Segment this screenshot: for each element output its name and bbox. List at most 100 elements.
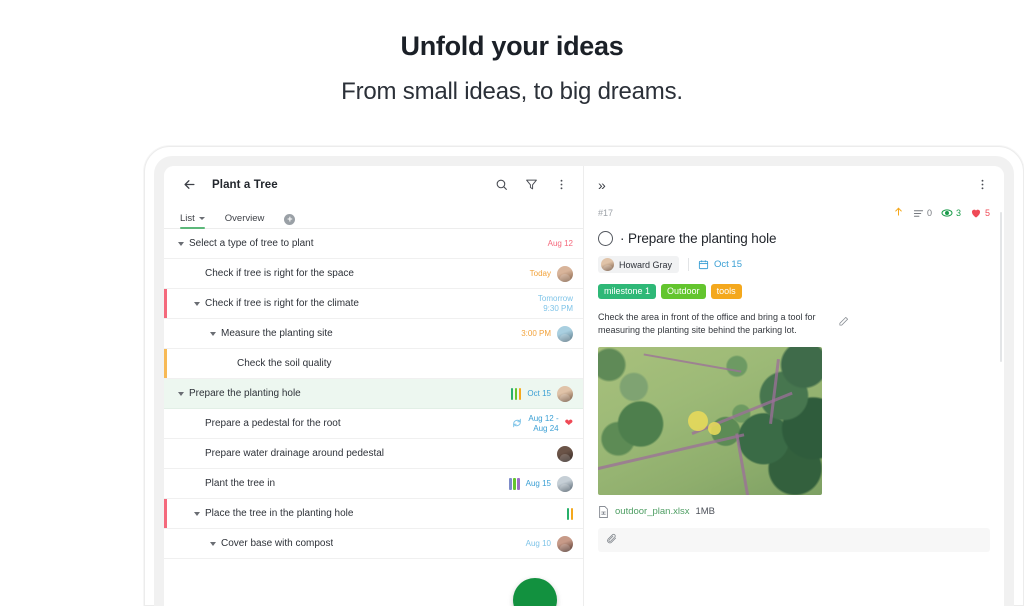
tab-list-label: List: [180, 213, 195, 224]
task-row-meta: Oct 15: [510, 385, 573, 402]
task-row-date[interactable]: Aug 15: [526, 479, 551, 489]
detail-meta-row: #17 0 3 5: [598, 203, 990, 223]
attachment-row[interactable]: outdoor_plan.xlsx 1MB: [598, 505, 990, 518]
task-row[interactable]: Prepare the planting hole Oct 15: [164, 379, 583, 409]
tag-list: milestone 1 Outdoor tools: [598, 284, 990, 299]
task-description: Check the area in front of the office an…: [598, 311, 816, 335]
task-row[interactable]: Cover base with compost Aug 10: [164, 529, 583, 559]
due-date-chip[interactable]: Oct 15: [698, 259, 742, 270]
avatar[interactable]: [557, 535, 573, 552]
comment-input[interactable]: [598, 527, 990, 552]
task-row-date[interactable]: 3:00 PM: [521, 329, 551, 339]
more-vertical-icon[interactable]: [974, 177, 990, 193]
task-row[interactable]: Check the soil quality: [164, 349, 583, 379]
detail-title-row: · Prepare the planting hole: [598, 231, 990, 246]
add-view-icon[interactable]: +: [284, 214, 296, 225]
task-detail-pane: » #17 0 3 5 · Prepare the planting hole …: [584, 166, 1004, 606]
back-arrow-icon[interactable]: [178, 174, 200, 196]
expand-caret-icon[interactable]: [178, 241, 184, 246]
attached-photo[interactable]: [598, 346, 822, 495]
assignee-chip[interactable]: Howard Gray: [598, 256, 680, 273]
chevrons-right-icon[interactable]: »: [598, 178, 606, 192]
task-row[interactable]: Prepare a pedestal for the root Aug 12 -A…: [164, 409, 583, 439]
due-date-value: Oct 15: [714, 259, 743, 270]
task-row-meta: Tomorrow 9:30 PM: [538, 294, 573, 314]
task-row-label: Measure the planting site: [221, 328, 333, 339]
heart-icon[interactable]: ❤: [565, 418, 573, 429]
avatar[interactable]: [557, 265, 573, 282]
task-row-meta: Aug 12: [548, 239, 573, 249]
task-row-date[interactable]: Today: [530, 269, 551, 279]
avatar[interactable]: [557, 385, 573, 402]
avatar: [601, 258, 614, 271]
task-row-meta: [557, 445, 573, 462]
more-vertical-icon[interactable]: [553, 177, 569, 193]
pencil-icon[interactable]: [838, 314, 849, 332]
filter-icon[interactable]: [523, 177, 539, 193]
task-row[interactable]: Check if tree is right for the space Toda…: [164, 259, 583, 289]
expand-caret-icon[interactable]: [178, 391, 184, 396]
detail-body: #17 0 3 5 · Prepare the planting hole Ho…: [584, 203, 1004, 552]
tab-overview-label: Overview: [224, 213, 265, 224]
tab-overview[interactable]: Overview: [225, 213, 265, 228]
arrow-up-icon[interactable]: [893, 204, 904, 222]
task-row[interactable]: Place the tree in the planting hole: [164, 499, 583, 529]
comment-count[interactable]: 0: [913, 208, 932, 219]
photo-path: [643, 353, 741, 373]
task-row-meta: Aug 15: [509, 475, 573, 492]
task-complete-checkbox[interactable]: [598, 231, 613, 246]
tablet-mockup: Plant a Tree List Overview + Select a ty…: [144, 146, 1024, 606]
hero-section: Unfold your ideas From small ideas, to b…: [0, 0, 1024, 106]
divider: [688, 258, 690, 271]
photo-path: [735, 433, 751, 495]
photo-path: [691, 392, 792, 435]
status-bars: [510, 387, 522, 400]
task-row[interactable]: Check if tree is right for the climate To…: [164, 289, 583, 319]
expand-caret-icon[interactable]: [210, 541, 216, 546]
photo-path: [598, 432, 745, 471]
photo-marker: [707, 422, 721, 436]
avatar[interactable]: [557, 325, 573, 342]
avatar[interactable]: [557, 475, 573, 492]
tab-list[interactable]: List: [180, 213, 205, 229]
task-row-date[interactable]: Oct 15: [527, 389, 551, 399]
view-count[interactable]: 3: [941, 207, 961, 219]
expand-caret-icon[interactable]: [194, 511, 200, 516]
task-row-meta: Aug 12 - Aug 24 ❤: [512, 414, 573, 434]
tag-0[interactable]: milestone 1: [598, 284, 657, 299]
priority-flag: [164, 289, 167, 318]
paperclip-icon[interactable]: [606, 531, 617, 549]
task-row-label: Select a type of tree to plant: [189, 238, 314, 249]
search-icon[interactable]: [493, 177, 509, 193]
task-row-label: Check the soil quality: [237, 358, 332, 369]
expand-caret-icon[interactable]: [210, 331, 216, 336]
task-row[interactable]: Select a type of tree to plant Aug 12: [164, 229, 583, 259]
task-row-meta: Today: [530, 265, 573, 282]
task-row-date[interactable]: Aug 10: [526, 539, 551, 549]
task-row[interactable]: Prepare water drainage around pedestal: [164, 439, 583, 469]
list-toolbar: Plant a Tree: [164, 166, 583, 203]
detail-scrollbar[interactable]: [1000, 212, 1002, 362]
tag-1[interactable]: Outdoor: [661, 284, 706, 299]
task-row-date[interactable]: Aug 12 - Aug 24: [528, 414, 558, 434]
expand-caret-icon[interactable]: [194, 301, 200, 306]
detail-toolbar: »: [584, 166, 1004, 203]
task-row-label: Prepare a pedestal for the root: [205, 418, 341, 429]
task-row[interactable]: Plant the tree in Aug 15: [164, 469, 583, 499]
like-count-value: 5: [984, 208, 990, 218]
task-row-label: Prepare the planting hole: [189, 388, 301, 399]
comment-count-value: 0: [926, 208, 932, 218]
tablet-screen: Plant a Tree List Overview + Select a ty…: [164, 166, 1004, 606]
attachment-size: 1MB: [695, 506, 716, 518]
task-row-date[interactable]: Tomorrow 9:30 PM: [538, 294, 573, 314]
avatar[interactable]: [557, 445, 573, 462]
task-row-date[interactable]: Aug 12: [548, 239, 573, 249]
tag-2[interactable]: tools: [710, 284, 742, 299]
like-count[interactable]: 5: [970, 207, 990, 219]
spreadsheet-file-icon: [599, 505, 608, 518]
task-row-label: Check if tree is right for the climate: [205, 298, 359, 309]
task-list-pane: Plant a Tree List Overview + Select a ty…: [164, 166, 584, 606]
task-row[interactable]: Measure the planting site 3:00 PM: [164, 319, 583, 349]
task-list[interactable]: Select a type of tree to plant Aug 12 Chec…: [164, 229, 583, 606]
repeat-icon: [512, 415, 522, 433]
